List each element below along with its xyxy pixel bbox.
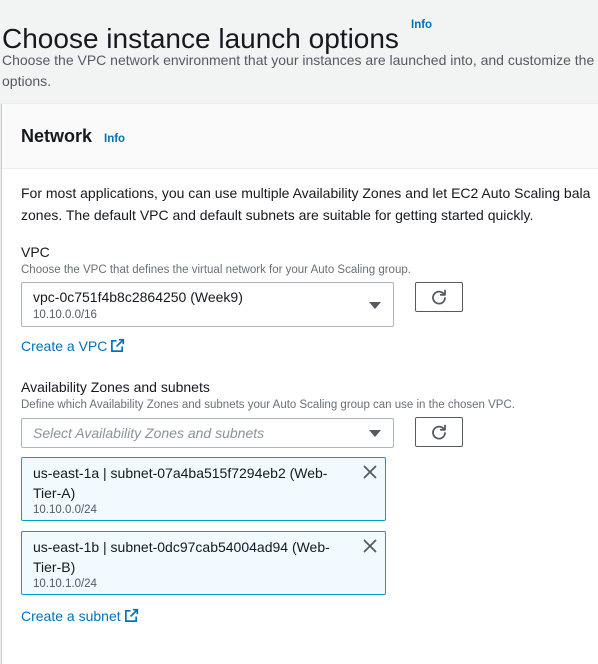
network-title: Network bbox=[21, 126, 93, 146]
close-icon[interactable] bbox=[362, 538, 378, 554]
page-description-line: options. bbox=[2, 73, 52, 89]
vpc-selected-cidr: 10.10.0.0/16 bbox=[33, 309, 97, 321]
az-label: Availability Zones and subnets bbox=[21, 379, 210, 395]
subnet-token-label-line: Tier-B) bbox=[33, 559, 76, 575]
az-description: Define which Availability Zones and subn… bbox=[21, 399, 515, 411]
page-description-line: Choose the VPC network environment that … bbox=[2, 52, 595, 68]
az-select-placeholder: Select Availability Zones and subnets bbox=[33, 425, 265, 441]
network-header: Network Info bbox=[2, 104, 598, 169]
network-intro-line: For most applications, you can use multi… bbox=[21, 185, 591, 201]
create-subnet-link[interactable]: Create a subnet bbox=[21, 608, 139, 624]
subnet-token-label-line: Tier-A) bbox=[33, 485, 76, 501]
create-vpc-link-label: Create a VPC bbox=[21, 338, 108, 354]
subnet-token: us-east-1b | subnet-0dc97cab54004ad94 (W… bbox=[21, 531, 386, 595]
subnet-token-cidr: 10.10.0.0/24 bbox=[33, 504, 97, 516]
subnet-token-cidr: 10.10.1.0/24 bbox=[33, 578, 97, 590]
az-refresh-button[interactable] bbox=[415, 417, 463, 447]
external-link-icon bbox=[111, 338, 125, 352]
subnet-token: us-east-1a | subnet-07a4ba515f7294eb2 (W… bbox=[21, 457, 386, 521]
network-intro-line: zones. The default VPC and default subne… bbox=[21, 207, 534, 223]
vpc-select[interactable]: vpc-0c751f4b8c2864250 (Week9) 10.10.0.0/… bbox=[21, 282, 394, 327]
refresh-icon bbox=[432, 289, 446, 305]
caret-down-icon bbox=[369, 430, 381, 437]
network-intro: For most applications, you can use multi… bbox=[21, 182, 590, 226]
subnet-token-label-line: us-east-1b | subnet-0dc97cab54004ad94 (W… bbox=[33, 539, 330, 555]
subnet-token-label: us-east-1b | subnet-0dc97cab54004ad94 (W… bbox=[33, 537, 343, 577]
subnet-token-label-line: us-east-1a | subnet-07a4ba515f7294eb2 (W… bbox=[33, 465, 328, 481]
refresh-icon bbox=[432, 424, 446, 440]
vpc-refresh-button[interactable] bbox=[415, 282, 463, 312]
page-info-link[interactable]: Info bbox=[411, 19, 432, 31]
vpc-label: VPC bbox=[21, 244, 50, 260]
create-vpc-link[interactable]: Create a VPC bbox=[21, 338, 125, 354]
network-container: Network Info For most applications, you … bbox=[2, 103, 598, 664]
close-icon[interactable] bbox=[362, 464, 378, 480]
caret-down-icon bbox=[369, 302, 381, 309]
subnet-token-label: us-east-1a | subnet-07a4ba515f7294eb2 (W… bbox=[33, 463, 343, 503]
az-select[interactable]: Select Availability Zones and subnets bbox=[21, 418, 394, 448]
page-description: Choose the VPC network environment that … bbox=[2, 50, 598, 92]
vpc-description: Choose the VPC that defines the virtual … bbox=[21, 264, 411, 276]
network-info-link[interactable]: Info bbox=[104, 133, 125, 145]
create-subnet-link-label: Create a subnet bbox=[21, 608, 121, 624]
external-link-icon bbox=[124, 608, 138, 622]
vpc-selected-value: vpc-0c751f4b8c2864250 (Week9) bbox=[33, 289, 243, 305]
